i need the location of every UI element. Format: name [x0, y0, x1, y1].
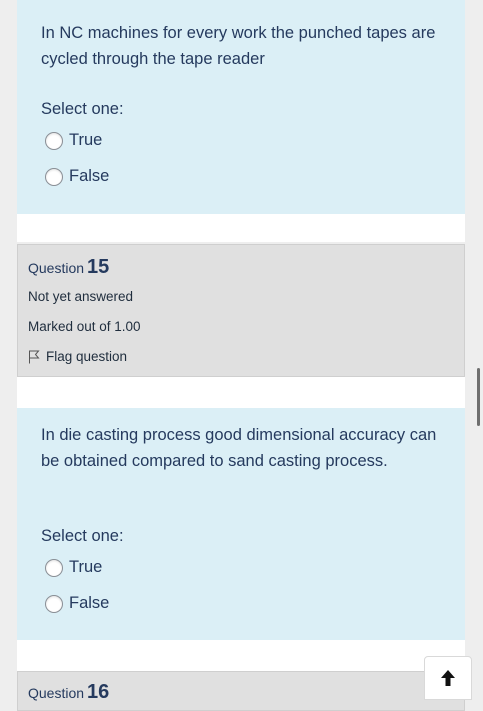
question-label: Question	[28, 685, 85, 701]
question-15-text: In die casting process good dimensional …	[41, 426, 437, 470]
flag-question-link[interactable]: Flag question	[28, 349, 127, 364]
flag-icon	[29, 350, 40, 363]
question-15-option-false[interactable]: False	[45, 594, 109, 613]
question-14-option-false[interactable]: False	[45, 167, 109, 186]
question-15-option-true[interactable]: True	[45, 558, 102, 577]
radio-button[interactable]	[45, 558, 63, 577]
option-label: False	[69, 167, 110, 185]
option-label: False	[69, 594, 110, 612]
question-state: Not yet answered	[28, 289, 134, 304]
question-number-value: 15	[87, 256, 110, 278]
question-15-content: In die casting process good dimensional …	[17, 408, 465, 640]
question-15-select-prompt: Select one:	[41, 527, 124, 545]
radio-button[interactable]	[45, 167, 63, 186]
question-16-info: Question 16	[17, 671, 465, 711]
back-to-top-button[interactable]	[424, 656, 472, 700]
question-14-text: In NC machines for every work the punche…	[41, 24, 436, 68]
question-number: Question 16	[28, 681, 109, 704]
question-label: Question	[28, 260, 85, 276]
question-14-option-true[interactable]: True	[45, 131, 102, 150]
question-14-content: In NC machines for every work the punche…	[17, 0, 465, 214]
arrow-up-icon	[441, 670, 455, 686]
question-15-footer	[17, 640, 465, 671]
question-15-header-gap	[17, 377, 465, 408]
scrollbar-thumb[interactable]	[477, 368, 480, 426]
question-14-footer	[17, 214, 465, 242]
flag-question-label: Flag question	[46, 349, 128, 364]
question-14-select-prompt: Select one:	[41, 100, 124, 118]
question-number: Question 15	[28, 256, 109, 279]
option-label: True	[69, 131, 103, 149]
question-15-info: Question 15 Not yet answered Marked out o…	[17, 244, 465, 377]
question-grade: Marked out of 1.00	[28, 319, 141, 334]
radio-button[interactable]	[45, 594, 63, 613]
option-label: True	[69, 558, 103, 576]
radio-button[interactable]	[45, 131, 63, 150]
